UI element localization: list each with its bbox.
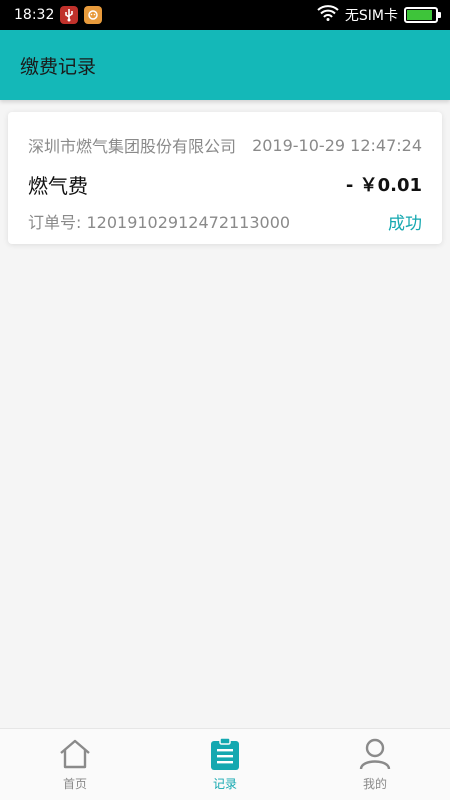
user-icon [358, 737, 392, 771]
fee-type: 燃气费 [28, 173, 88, 198]
battery-level [407, 10, 433, 20]
carrier-text: 无SIM卡 [344, 8, 398, 24]
bottom-tab-bar: 首页 记录 我的 [0, 728, 450, 800]
payment-amount: - ￥0.01 [345, 175, 422, 196]
tab-home-label: 首页 [62, 777, 87, 791]
status-bar: 18:32 无SIM卡 [0, 0, 450, 30]
payment-record-card[interactable]: 深圳市燃气集团股份有限公司 2019-10-29 12:47:24 燃气费 - … [8, 112, 442, 244]
status-bar-left: 18:32 [14, 6, 103, 24]
tab-records[interactable]: 记录 [150, 729, 300, 800]
record-datetime: 2019-10-29 12:47:24 [252, 135, 422, 155]
record-header-row: 深圳市燃气集团股份有限公司 2019-10-29 12:47:24 [28, 132, 422, 158]
tab-records-label: 记录 [212, 777, 237, 791]
notification-app-icon [84, 6, 103, 24]
company-name: 深圳市燃气集团股份有限公司 [28, 137, 237, 156]
status-badge: 成功 [388, 213, 422, 234]
wifi-icon [317, 5, 339, 25]
status-time: 18:32 [14, 7, 55, 23]
home-icon [58, 737, 92, 771]
record-main-row: 燃气费 - ￥0.01 [28, 168, 422, 200]
status-bar-right: 无SIM卡 [317, 5, 441, 25]
clipboard-icon [208, 737, 242, 771]
order-number: 订单号: 1201910291247211300​0 [28, 213, 291, 232]
record-footer-row: 订单号: 1201910291247211300​0 成功 [28, 208, 422, 234]
tab-home[interactable]: 首页 [0, 729, 150, 800]
usb-icon [60, 6, 79, 24]
tab-mine-label: 我的 [362, 777, 387, 791]
app-bar: 缴费记录 [0, 30, 450, 100]
tab-mine[interactable]: 我的 [300, 729, 450, 800]
page-title: 缴费记录 [20, 55, 97, 78]
battery-icon [404, 7, 441, 23]
